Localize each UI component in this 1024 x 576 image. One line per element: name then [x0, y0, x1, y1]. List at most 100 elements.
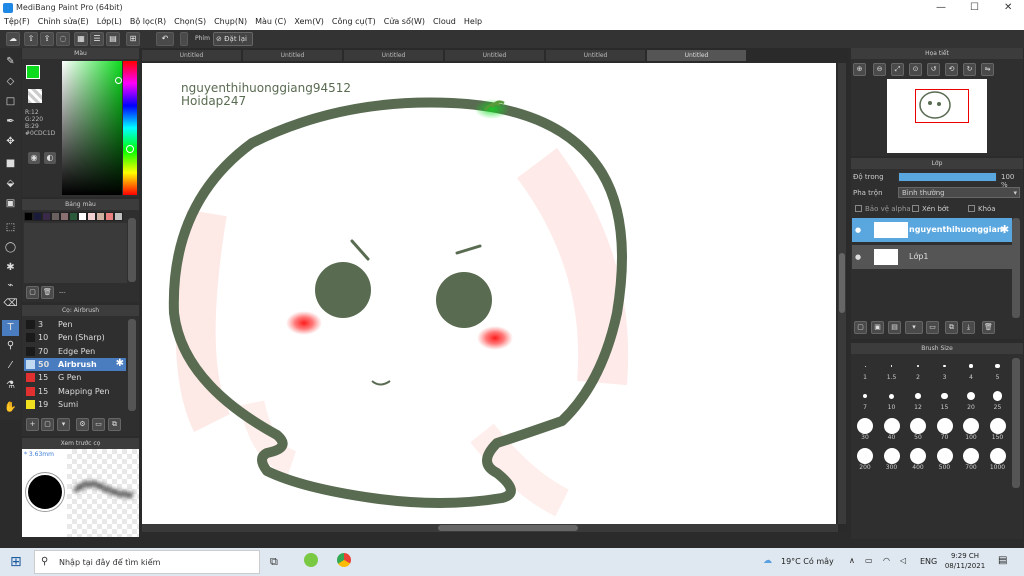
pen-tool-icon[interactable]: ✒: [2, 114, 19, 130]
notification-icon[interactable]: ▤: [998, 555, 1007, 566]
brush-item-edge-pen[interactable]: 70 Edge Pen: [24, 345, 126, 358]
menu-window[interactable]: Cửa sổ(W): [380, 16, 429, 26]
upload-icon[interactable]: ⇧: [24, 32, 38, 46]
drawing-canvas[interactable]: nguyenthihuonggiang94512 Hoidap247: [142, 63, 836, 524]
palette-swatch[interactable]: [60, 212, 69, 221]
list-icon[interactable]: ☰: [90, 32, 104, 46]
brush-size-scrollbar[interactable]: [1012, 358, 1020, 488]
canvas-hscroll-thumb[interactable]: [438, 525, 578, 531]
layer-folder-icon[interactable]: ▭: [926, 321, 939, 334]
tab-untitled-3[interactable]: Untitled: [344, 50, 443, 61]
rotate-right-icon[interactable]: ↻: [963, 63, 976, 76]
weather-text[interactable]: 19°C Có mây: [781, 557, 834, 566]
cloud-icon[interactable]: ☁: [6, 32, 20, 46]
zoom-in-icon[interactable]: ⊕: [853, 63, 866, 76]
divide-tool-icon[interactable]: ⁄: [2, 358, 19, 374]
hue-handle[interactable]: [126, 145, 134, 153]
select-pen-tool-icon[interactable]: ⌁: [2, 278, 19, 294]
brush-size-5[interactable]: 5: [986, 357, 1010, 381]
eraser-tool-icon[interactable]: ◇: [2, 74, 19, 90]
chrome-icon[interactable]: [337, 553, 351, 567]
opacity-slider[interactable]: [898, 172, 997, 182]
tab-untitled-1[interactable]: Untitled: [142, 50, 241, 61]
brush-tool-icon[interactable]: ✎: [2, 54, 19, 70]
visibility-eye-icon[interactable]: ●: [855, 253, 861, 261]
operation-tool-icon[interactable]: ⚲: [2, 338, 19, 354]
color-picker-handle[interactable]: [115, 77, 122, 84]
alpha-checkbox[interactable]: [855, 205, 862, 212]
menu-layer[interactable]: Lớp(L): [93, 16, 126, 26]
canvas-vscroll[interactable]: [838, 63, 846, 524]
menu-file[interactable]: Tệp(F): [0, 16, 34, 26]
brush-size-1-5[interactable]: 1.5: [880, 357, 904, 381]
visibility-eye-icon[interactable]: ●: [855, 226, 861, 234]
brush-add-icon[interactable]: +: [26, 418, 39, 431]
layer-row-layer1[interactable]: ● Lớp1: [852, 245, 1012, 269]
move-tool-icon[interactable]: ✥: [2, 134, 19, 150]
brush-size-7[interactable]: 7: [853, 387, 877, 411]
palette-swatch[interactable]: [69, 212, 78, 221]
menu-view[interactable]: Xem(V): [290, 16, 328, 26]
brush-settings-icon[interactable]: ⚙: [76, 418, 89, 431]
volume-icon[interactable]: ◁: [900, 556, 906, 565]
grid-icon[interactable]: ▦: [74, 32, 88, 46]
tab-untitled-6[interactable]: Untitled: [647, 50, 746, 61]
blend-select[interactable]: Bình thường ▾: [898, 187, 1020, 198]
fit-icon[interactable]: ⤢: [891, 63, 904, 76]
menu-color[interactable]: Màu (C): [251, 16, 290, 26]
brush-size-30[interactable]: 30: [853, 417, 877, 441]
fill-rect-tool-icon[interactable]: ■: [2, 156, 19, 172]
duplicate-layer-icon[interactable]: ⧉: [945, 321, 958, 334]
zoom-reset-icon[interactable]: ⊙: [909, 63, 922, 76]
brush-item-mapping-pen[interactable]: 15 Mapping Pen: [24, 385, 126, 398]
brush-size-1000[interactable]: 1000: [986, 447, 1010, 471]
menu-snap[interactable]: Chụp(N): [210, 16, 251, 26]
flip-icon[interactable]: ⇋: [981, 63, 994, 76]
hue-slider[interactable]: [123, 61, 137, 195]
brush-size-2[interactable]: 2: [906, 357, 930, 381]
language-indicator[interactable]: ENG: [920, 557, 937, 566]
add-layer-menu-icon[interactable]: ▾: [905, 321, 923, 334]
text-tool-icon[interactable]: T: [2, 320, 19, 336]
bucket-tool-icon[interactable]: ⬙: [2, 176, 19, 192]
hand-tool-icon[interactable]: ✋: [2, 400, 19, 416]
chevron-up-icon[interactable]: ∧: [849, 556, 855, 565]
brush-size-200[interactable]: 200: [853, 447, 877, 471]
tab-untitled-5[interactable]: Untitled: [546, 50, 645, 61]
menu-edit[interactable]: Chỉnh sửa(E): [34, 16, 93, 26]
taskbar-search[interactable]: ⚲ Nhập tại đây để tìm kiếm: [34, 550, 260, 574]
select-rect-tool-icon[interactable]: □: [2, 94, 19, 110]
brush-size-20[interactable]: 20: [959, 387, 983, 411]
layer-settings-icon[interactable]: ✱: [1000, 223, 1009, 236]
brush-size-300[interactable]: 300: [880, 447, 904, 471]
reset-button[interactable]: ⊘ Đặt lại: [213, 32, 253, 46]
clip-checkbox[interactable]: [912, 205, 919, 212]
brush-item-pen[interactable]: 3 Pen: [24, 318, 126, 331]
palette-icon[interactable]: ◉: [28, 152, 40, 164]
rotate-reset-icon[interactable]: ⟲: [945, 63, 958, 76]
lasso-tool-icon[interactable]: ◯: [2, 240, 19, 256]
brush-settings-icon[interactable]: ✱: [116, 358, 124, 369]
task-view-icon[interactable]: ⧉: [270, 555, 278, 569]
brush-size-12[interactable]: 12: [906, 387, 930, 411]
palette-swatch[interactable]: [24, 212, 33, 221]
palette-swatch[interactable]: [33, 212, 42, 221]
rotate-left-icon[interactable]: ↺: [927, 63, 940, 76]
brush-size-100[interactable]: 100: [959, 417, 983, 441]
brush-item-sumi[interactable]: 19 Sumi: [24, 398, 126, 411]
close-button[interactable]: ✕: [1004, 2, 1012, 13]
panel-icon[interactable]: ▤: [106, 32, 120, 46]
brush-size-3[interactable]: 3: [933, 357, 957, 381]
palette-swatch[interactable]: [87, 212, 96, 221]
layer-row-text[interactable]: ● nguyenthihuonggiang ✱: [852, 218, 1012, 242]
eyedropper-tool-icon[interactable]: ⚗: [2, 378, 19, 394]
brush-item-airbrush[interactable]: 50 Airbrush ✱: [24, 357, 126, 371]
transparent-color-swatch[interactable]: [28, 89, 42, 103]
tab-untitled-4[interactable]: Untitled: [445, 50, 544, 61]
palette-scrollbar[interactable]: [128, 218, 136, 282]
palette-swatch[interactable]: [96, 212, 105, 221]
brush-folder-icon[interactable]: ▭: [92, 418, 105, 431]
brush-scrollbar[interactable]: [128, 319, 136, 411]
brush-size-150[interactable]: 150: [986, 417, 1010, 441]
undo-icon[interactable]: ↶: [156, 32, 174, 46]
